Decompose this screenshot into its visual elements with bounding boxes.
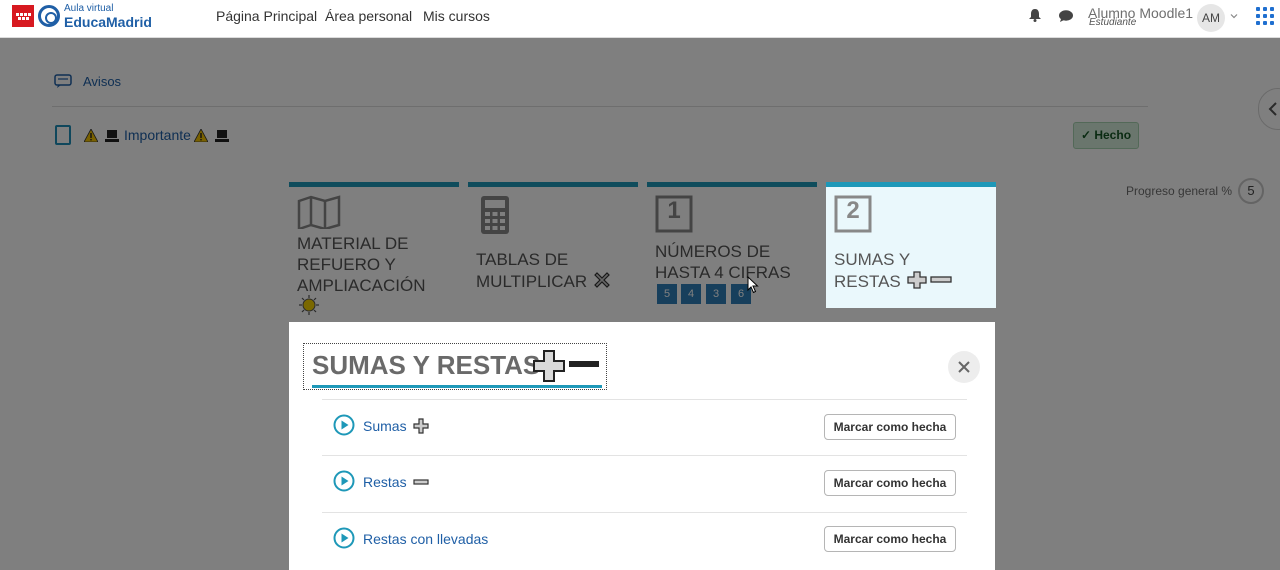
apps-grid-icon[interactable]	[1256, 7, 1274, 25]
mark-done-button[interactable]: Marcar como hecha	[824, 526, 956, 552]
multiply-icon	[594, 272, 610, 288]
minus-icon	[569, 361, 599, 367]
play-icon	[333, 470, 355, 492]
nav-area-personal[interactable]: Área personal	[325, 8, 412, 24]
educamadrid-logo-icon[interactable]	[38, 5, 60, 27]
section-tile-sumas-restas[interactable]: 2 SUMAS Y RESTAS	[826, 182, 996, 308]
close-button[interactable]	[948, 351, 980, 383]
divider	[322, 512, 967, 513]
play-icon	[333, 414, 355, 436]
tile-number: 2	[846, 197, 860, 224]
tile-title-line: NÚMEROS DE	[655, 242, 771, 261]
user-avatar[interactable]: AM	[1197, 4, 1225, 32]
close-icon	[958, 361, 970, 373]
title-underline	[312, 385, 602, 388]
avisos-link[interactable]: Avisos	[83, 74, 121, 89]
modal-title: SUMAS Y RESTAS	[312, 350, 541, 380]
plus-icon	[413, 418, 430, 434]
tile-title: MATERIAL DE REFUERO Y AMPLIACACIÓN	[297, 233, 425, 296]
tile-title: NÚMEROS DE HASTA 4 CIFRAS	[655, 241, 791, 283]
number-badge: 4	[681, 284, 701, 304]
activity-link[interactable]: Sumas	[363, 418, 430, 434]
minus-icon	[413, 479, 430, 485]
activity-label: Sumas	[363, 418, 407, 434]
tile-title: SUMAS Y RESTAS	[834, 249, 952, 292]
tile-title-line: MATERIAL DE	[297, 234, 409, 253]
section-tile-tablas[interactable]: TABLAS DE MULTIPLICAR	[468, 182, 638, 308]
section-tile-material[interactable]: MATERIAL DE REFUERO Y AMPLIACACIÓN	[289, 182, 459, 315]
warning-icon	[84, 129, 98, 142]
divider	[322, 399, 967, 400]
messages-chat-icon[interactable]	[1059, 10, 1073, 22]
activity-link[interactable]: Restas con llevadas	[363, 531, 488, 547]
mouse-cursor-icon	[747, 276, 759, 294]
minus-icon	[930, 276, 952, 283]
modal-title-box: SUMAS Y RESTAS	[303, 343, 607, 390]
tile-title: TABLAS DE MULTIPLICAR	[476, 249, 612, 292]
mark-done-button[interactable]: Marcar como hecha	[824, 470, 956, 496]
importante-link[interactable]: Importante	[124, 127, 191, 143]
nav-mis-cursos[interactable]: Mis cursos	[423, 8, 490, 24]
divider	[322, 455, 967, 456]
calculator-icon	[481, 196, 509, 234]
done-badge[interactable]: ✓ Hecho	[1073, 122, 1139, 149]
forum-icon	[54, 74, 72, 88]
chevron-left-icon	[1268, 102, 1277, 116]
sun-icon	[299, 295, 319, 315]
number-badge: 3	[706, 284, 726, 304]
divider	[52, 106, 1148, 107]
plus-icon	[906, 271, 927, 289]
tile-title-text: MULTIPLICAR	[476, 272, 588, 291]
nav-pagina-principal[interactable]: Página Principal	[216, 8, 317, 24]
pdf-file-icon	[55, 125, 71, 145]
plus-icon	[533, 350, 565, 382]
tile-title-line: AMPLIACACIÓN	[297, 276, 426, 295]
number-badge: 5	[657, 284, 677, 304]
mark-done-button[interactable]: Marcar como hecha	[824, 414, 956, 440]
top-navbar: Aula virtual EducaMadrid Página Principa…	[0, 0, 1280, 38]
section-tile-numeros[interactable]: 1 NÚMEROS DE HASTA 4 CIFRAS 5 4 3 6	[647, 182, 817, 308]
section-modal: SUMAS Y RESTAS Sumas Marcar como hecha R…	[289, 322, 995, 570]
progress-ring: 5	[1238, 178, 1264, 204]
logo-title[interactable]: EducaMadrid	[64, 14, 152, 30]
warning-icon	[194, 129, 208, 142]
map-icon	[297, 195, 341, 229]
tile-title-line: HASTA 4 CIFRAS	[655, 263, 791, 282]
chevron-down-icon[interactable]	[1230, 12, 1238, 20]
logo-subtitle[interactable]: Aula virtual	[64, 3, 113, 14]
drawer-toggle-button[interactable]	[1258, 88, 1280, 130]
tile-title-line: SUMAS Y	[834, 250, 911, 269]
comunidad-madrid-logo[interactable]	[12, 5, 34, 27]
tile-number: 1	[667, 197, 681, 224]
tile-title-line: MULTIPLICAR	[476, 270, 612, 292]
laptop-icon	[215, 130, 229, 142]
activity-label: Restas	[363, 474, 407, 490]
play-icon	[333, 527, 355, 549]
notifications-bell-icon[interactable]	[1029, 9, 1041, 22]
laptop-icon	[105, 130, 119, 142]
tile-title-text: RESTAS	[834, 272, 901, 291]
tile-title-line: REFUERO Y	[297, 255, 396, 274]
tile-title-line: RESTAS	[834, 270, 952, 292]
tile-title-line: TABLAS DE	[476, 250, 569, 269]
user-role: Estudiante	[1089, 17, 1137, 28]
activity-link[interactable]: Restas	[363, 474, 430, 490]
done-badge-label: Hecho	[1094, 128, 1132, 142]
progress-label: Progreso general %	[1126, 184, 1233, 198]
